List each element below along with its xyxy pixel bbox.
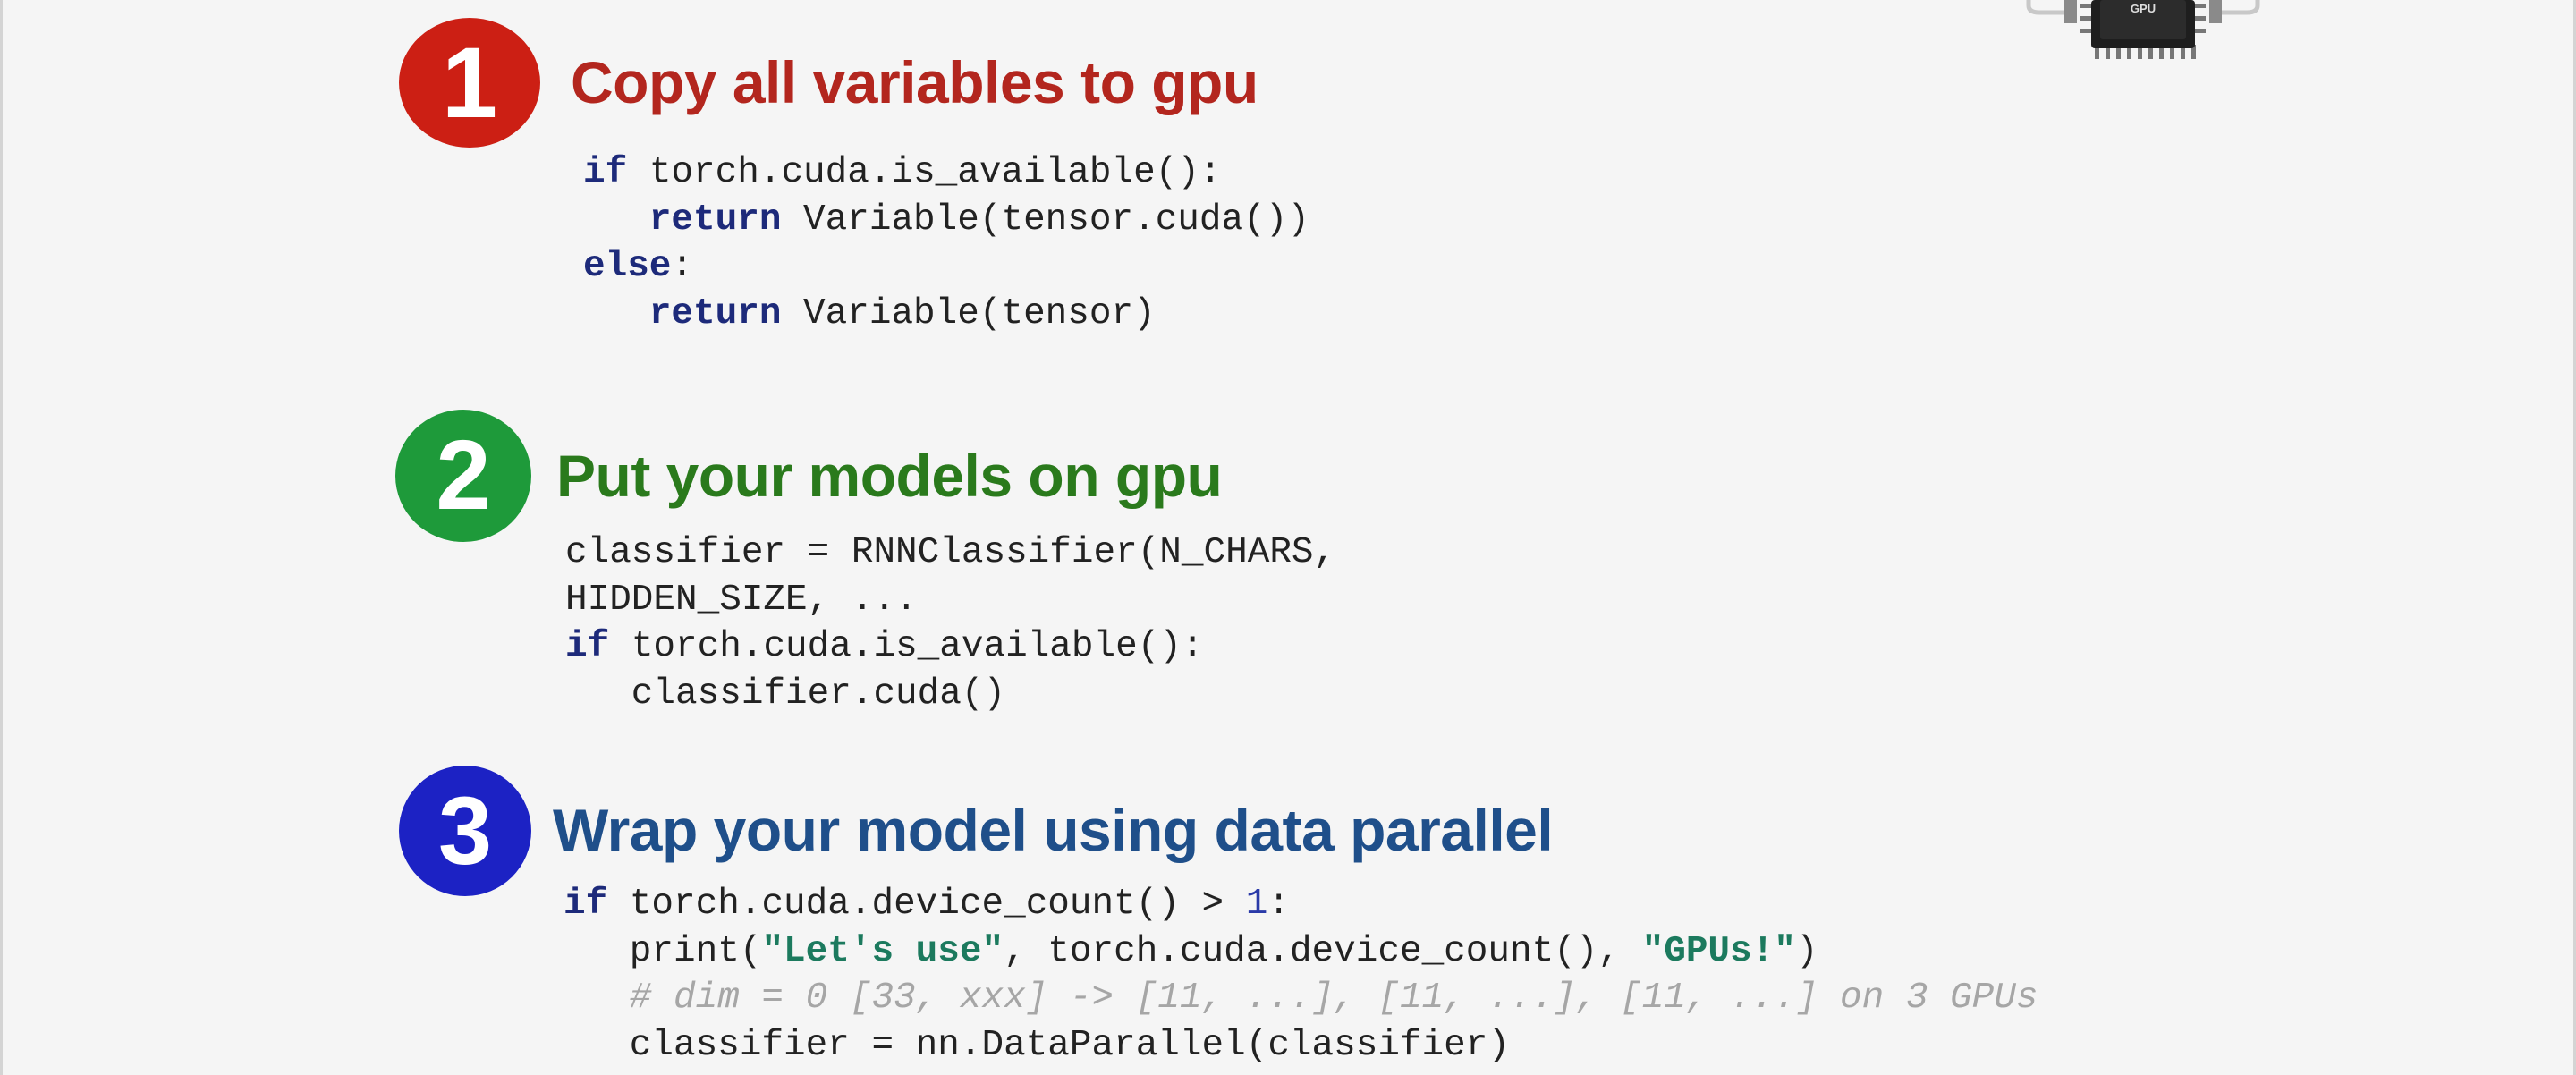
code-string: "Let's use" [761,930,1004,972]
gpu-chip-label: GPU [2131,2,2156,15]
code-text: : [671,246,694,287]
code-line: HIDDEN_SIZE, ... [565,579,918,621]
code-line: return Variable(tensor) [583,291,1309,338]
code-keyword: if [564,884,608,925]
code-line: else: [583,243,1309,291]
code-text: Variable(tensor) [781,292,1156,334]
step-3-code-block: if torch.cuda.device_count() > 1: print(… [564,881,2038,1069]
code-number: 1 [1245,884,1268,925]
code-text: torch.cuda.is_available(): [627,152,1222,193]
code-text: Variable(tensor.cuda()) [781,199,1309,241]
gpu-chip-icon: GPU [2026,0,2260,59]
code-keyword: if [583,152,628,193]
step-1-number: 1 [441,27,498,139]
code-text: , torch.cuda.device_count(), [1004,930,1642,972]
code-text: print( [564,930,762,972]
code-line: if torch.cuda.is_available(): [583,149,1309,197]
code-line: if torch.cuda.device_count() > 1: [564,881,2038,928]
step-1-code-block: if torch.cuda.is_available(): return Var… [583,149,1309,337]
code-line: return Variable(tensor.cuda()) [583,197,1309,244]
code-line: classifier = RNNClassifier(N_CHARS, [565,532,1336,573]
code-text: torch.cuda.device_count() > [607,884,1246,925]
code-text: torch.cuda.is_available(): [609,626,1204,667]
code-comment: # dim = 0 [33, xxx] -> [11, ...], [11, .… [564,978,2038,1019]
step-1-title: Copy all variables to gpu [571,49,1258,115]
code-keyword: return [648,292,782,334]
code-text: : [1267,884,1290,925]
code-line: if torch.cuda.is_available(): [565,623,1335,671]
code-line: classifier.cuda() [565,673,1006,715]
code-line: print("Let's use", torch.cuda.device_cou… [564,928,2038,976]
step-3-number: 3 [437,776,493,885]
step-2-title: Put your models on gpu [556,443,1223,509]
step-2-number: 2 [436,420,491,530]
code-line: classifier = nn.DataParallel(classifier) [564,1024,1510,1066]
step-2-code-block: classifier = RNNClassifier(N_CHARS, HIDDE… [565,529,1335,717]
step-2-number-badge: 2 [395,410,531,542]
code-string: "GPUs!" [1641,930,1796,972]
code-keyword: return [648,199,782,241]
step-3-title: Wrap your model using data parallel [553,797,1554,863]
left-edge-shadow [0,0,3,1075]
step-1-number-badge: 1 [399,18,540,148]
code-text: ) [1795,930,1818,972]
code-keyword: else [583,246,672,287]
step-3-number-badge: 3 [399,766,531,896]
code-keyword: if [565,626,610,667]
